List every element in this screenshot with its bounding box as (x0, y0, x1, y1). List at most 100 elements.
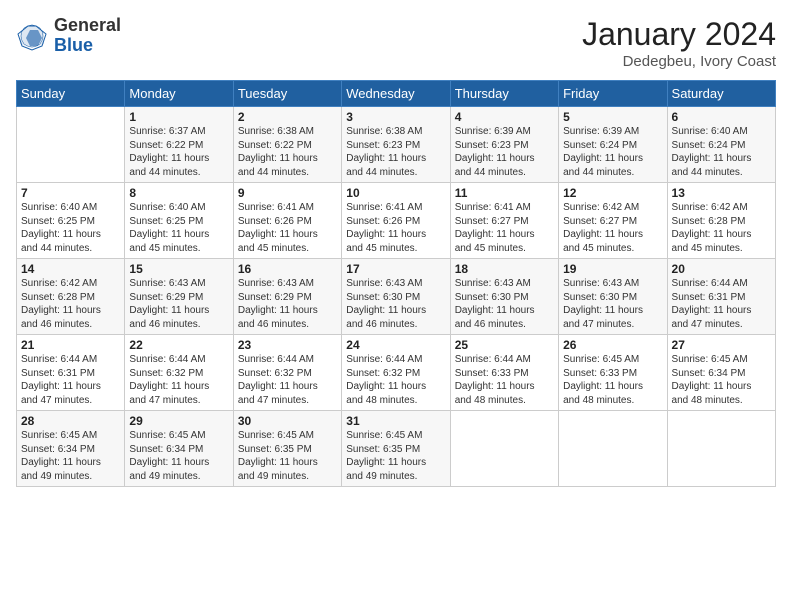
calendar-cell: 26Sunrise: 6:45 AM Sunset: 6:33 PM Dayli… (559, 335, 667, 411)
week-row-2: 7 Sunrise: 6:40 AM Sunset: 6:25 PM Daylig… (17, 183, 776, 259)
cell-info: Sunrise: 6:38 AM Sunset: 6:22 PM Dayligh… (238, 125, 337, 179)
logo-icon (16, 20, 48, 52)
cell-info: Sunrise: 6:45 AM Sunset: 6:34 PM Dayligh… (21, 429, 120, 483)
day-number: 11 (455, 186, 554, 200)
day-number: 28 (21, 414, 120, 428)
calendar-table: SundayMondayTuesdayWednesdayThursdayFrid… (16, 80, 776, 487)
cell-info: Sunrise: 6:44 AM Sunset: 6:32 PM Dayligh… (238, 353, 337, 407)
day-number: 21 (21, 338, 120, 352)
day-number: 27 (672, 338, 771, 352)
day-number: 2 (238, 110, 337, 124)
calendar-cell (17, 107, 125, 183)
calendar-cell: 10Sunrise: 6:41 AM Sunset: 6:26 PM Dayli… (342, 183, 450, 259)
calendar-cell: 29Sunrise: 6:45 AM Sunset: 6:34 PM Dayli… (125, 411, 233, 487)
week-row-5: 28Sunrise: 6:45 AM Sunset: 6:34 PM Dayli… (17, 411, 776, 487)
cell-info: Sunrise: 6:39 AM Sunset: 6:23 PM Dayligh… (455, 125, 554, 179)
cell-info: Sunrise: 6:43 AM Sunset: 6:30 PM Dayligh… (455, 277, 554, 331)
cell-info: Sunrise: 6:44 AM Sunset: 6:31 PM Dayligh… (672, 277, 771, 331)
header-row: SundayMondayTuesdayWednesdayThursdayFrid… (17, 81, 776, 107)
subtitle: Dedegbeu, Ivory Coast (582, 53, 776, 70)
calendar-cell: 6Sunrise: 6:40 AM Sunset: 6:24 PM Daylig… (667, 107, 775, 183)
calendar-cell: 5Sunrise: 6:39 AM Sunset: 6:24 PM Daylig… (559, 107, 667, 183)
cell-info: Sunrise: 6:41 AM Sunset: 6:27 PM Dayligh… (455, 201, 554, 255)
calendar-cell: 17Sunrise: 6:43 AM Sunset: 6:30 PM Dayli… (342, 259, 450, 335)
day-number: 7 (21, 186, 120, 200)
cell-info: Sunrise: 6:43 AM Sunset: 6:29 PM Dayligh… (129, 277, 228, 331)
cell-info: Sunrise: 6:40 AM Sunset: 6:24 PM Dayligh… (672, 125, 771, 179)
logo-text: General Blue (54, 16, 121, 56)
calendar-cell: 18Sunrise: 6:43 AM Sunset: 6:30 PM Dayli… (450, 259, 558, 335)
week-row-1: 1Sunrise: 6:37 AM Sunset: 6:22 PM Daylig… (17, 107, 776, 183)
calendar-cell: 28Sunrise: 6:45 AM Sunset: 6:34 PM Dayli… (17, 411, 125, 487)
day-header-wednesday: Wednesday (342, 81, 450, 107)
day-header-sunday: Sunday (17, 81, 125, 107)
title-block: January 2024 Dedegbeu, Ivory Coast (582, 16, 776, 70)
logo-blue: Blue (54, 36, 121, 56)
day-number: 23 (238, 338, 337, 352)
day-number: 13 (672, 186, 771, 200)
cell-info: Sunrise: 6:45 AM Sunset: 6:35 PM Dayligh… (238, 429, 337, 483)
day-number: 31 (346, 414, 445, 428)
cell-info: Sunrise: 6:43 AM Sunset: 6:29 PM Dayligh… (238, 277, 337, 331)
cell-info: Sunrise: 6:43 AM Sunset: 6:30 PM Dayligh… (563, 277, 662, 331)
logo-general: General (54, 16, 121, 36)
calendar-cell: 15Sunrise: 6:43 AM Sunset: 6:29 PM Dayli… (125, 259, 233, 335)
day-number: 29 (129, 414, 228, 428)
calendar-cell: 24Sunrise: 6:44 AM Sunset: 6:32 PM Dayli… (342, 335, 450, 411)
calendar-cell (559, 411, 667, 487)
calendar-cell: 14Sunrise: 6:42 AM Sunset: 6:28 PM Dayli… (17, 259, 125, 335)
day-header-tuesday: Tuesday (233, 81, 341, 107)
day-number: 6 (672, 110, 771, 124)
cell-info: Sunrise: 6:44 AM Sunset: 6:32 PM Dayligh… (129, 353, 228, 407)
day-number: 12 (563, 186, 662, 200)
day-header-thursday: Thursday (450, 81, 558, 107)
cell-info: Sunrise: 6:42 AM Sunset: 6:28 PM Dayligh… (672, 201, 771, 255)
cell-info: Sunrise: 6:41 AM Sunset: 6:26 PM Dayligh… (238, 201, 337, 255)
day-number: 16 (238, 262, 337, 276)
day-number: 22 (129, 338, 228, 352)
cell-info: Sunrise: 6:45 AM Sunset: 6:34 PM Dayligh… (672, 353, 771, 407)
calendar-cell: 12Sunrise: 6:42 AM Sunset: 6:27 PM Dayli… (559, 183, 667, 259)
calendar-cell: 8Sunrise: 6:40 AM Sunset: 6:25 PM Daylig… (125, 183, 233, 259)
cell-info: Sunrise: 6:45 AM Sunset: 6:34 PM Dayligh… (129, 429, 228, 483)
logo: General Blue (16, 16, 121, 56)
calendar-cell: 4Sunrise: 6:39 AM Sunset: 6:23 PM Daylig… (450, 107, 558, 183)
day-header-monday: Monday (125, 81, 233, 107)
calendar-cell: 31Sunrise: 6:45 AM Sunset: 6:35 PM Dayli… (342, 411, 450, 487)
day-number: 5 (563, 110, 662, 124)
cell-info: Sunrise: 6:45 AM Sunset: 6:33 PM Dayligh… (563, 353, 662, 407)
cell-info: Sunrise: 6:40 AM Sunset: 6:25 PM Dayligh… (129, 201, 228, 255)
cell-info: Sunrise: 6:42 AM Sunset: 6:28 PM Dayligh… (21, 277, 120, 331)
calendar-cell (667, 411, 775, 487)
day-number: 4 (455, 110, 554, 124)
calendar-cell: 13Sunrise: 6:42 AM Sunset: 6:28 PM Dayli… (667, 183, 775, 259)
day-number: 19 (563, 262, 662, 276)
day-number: 30 (238, 414, 337, 428)
day-number: 9 (238, 186, 337, 200)
cell-info: Sunrise: 6:45 AM Sunset: 6:35 PM Dayligh… (346, 429, 445, 483)
calendar-cell: 1Sunrise: 6:37 AM Sunset: 6:22 PM Daylig… (125, 107, 233, 183)
main-title: January 2024 (582, 16, 776, 53)
calendar-cell: 25Sunrise: 6:44 AM Sunset: 6:33 PM Dayli… (450, 335, 558, 411)
calendar-cell: 23Sunrise: 6:44 AM Sunset: 6:32 PM Dayli… (233, 335, 341, 411)
cell-info: Sunrise: 6:44 AM Sunset: 6:32 PM Dayligh… (346, 353, 445, 407)
cell-info: Sunrise: 6:44 AM Sunset: 6:33 PM Dayligh… (455, 353, 554, 407)
day-number: 18 (455, 262, 554, 276)
calendar-cell: 16Sunrise: 6:43 AM Sunset: 6:29 PM Dayli… (233, 259, 341, 335)
day-number: 24 (346, 338, 445, 352)
day-number: 26 (563, 338, 662, 352)
day-number: 15 (129, 262, 228, 276)
day-number: 1 (129, 110, 228, 124)
cell-info: Sunrise: 6:41 AM Sunset: 6:26 PM Dayligh… (346, 201, 445, 255)
calendar-cell: 27Sunrise: 6:45 AM Sunset: 6:34 PM Dayli… (667, 335, 775, 411)
header: General Blue January 2024 Dedegbeu, Ivor… (16, 16, 776, 70)
day-number: 25 (455, 338, 554, 352)
calendar-cell: 19Sunrise: 6:43 AM Sunset: 6:30 PM Dayli… (559, 259, 667, 335)
calendar-cell: 22Sunrise: 6:44 AM Sunset: 6:32 PM Dayli… (125, 335, 233, 411)
day-number: 14 (21, 262, 120, 276)
day-number: 10 (346, 186, 445, 200)
cell-info: Sunrise: 6:37 AM Sunset: 6:22 PM Dayligh… (129, 125, 228, 179)
day-number: 3 (346, 110, 445, 124)
calendar-cell: 9Sunrise: 6:41 AM Sunset: 6:26 PM Daylig… (233, 183, 341, 259)
cell-info: Sunrise: 6:42 AM Sunset: 6:27 PM Dayligh… (563, 201, 662, 255)
